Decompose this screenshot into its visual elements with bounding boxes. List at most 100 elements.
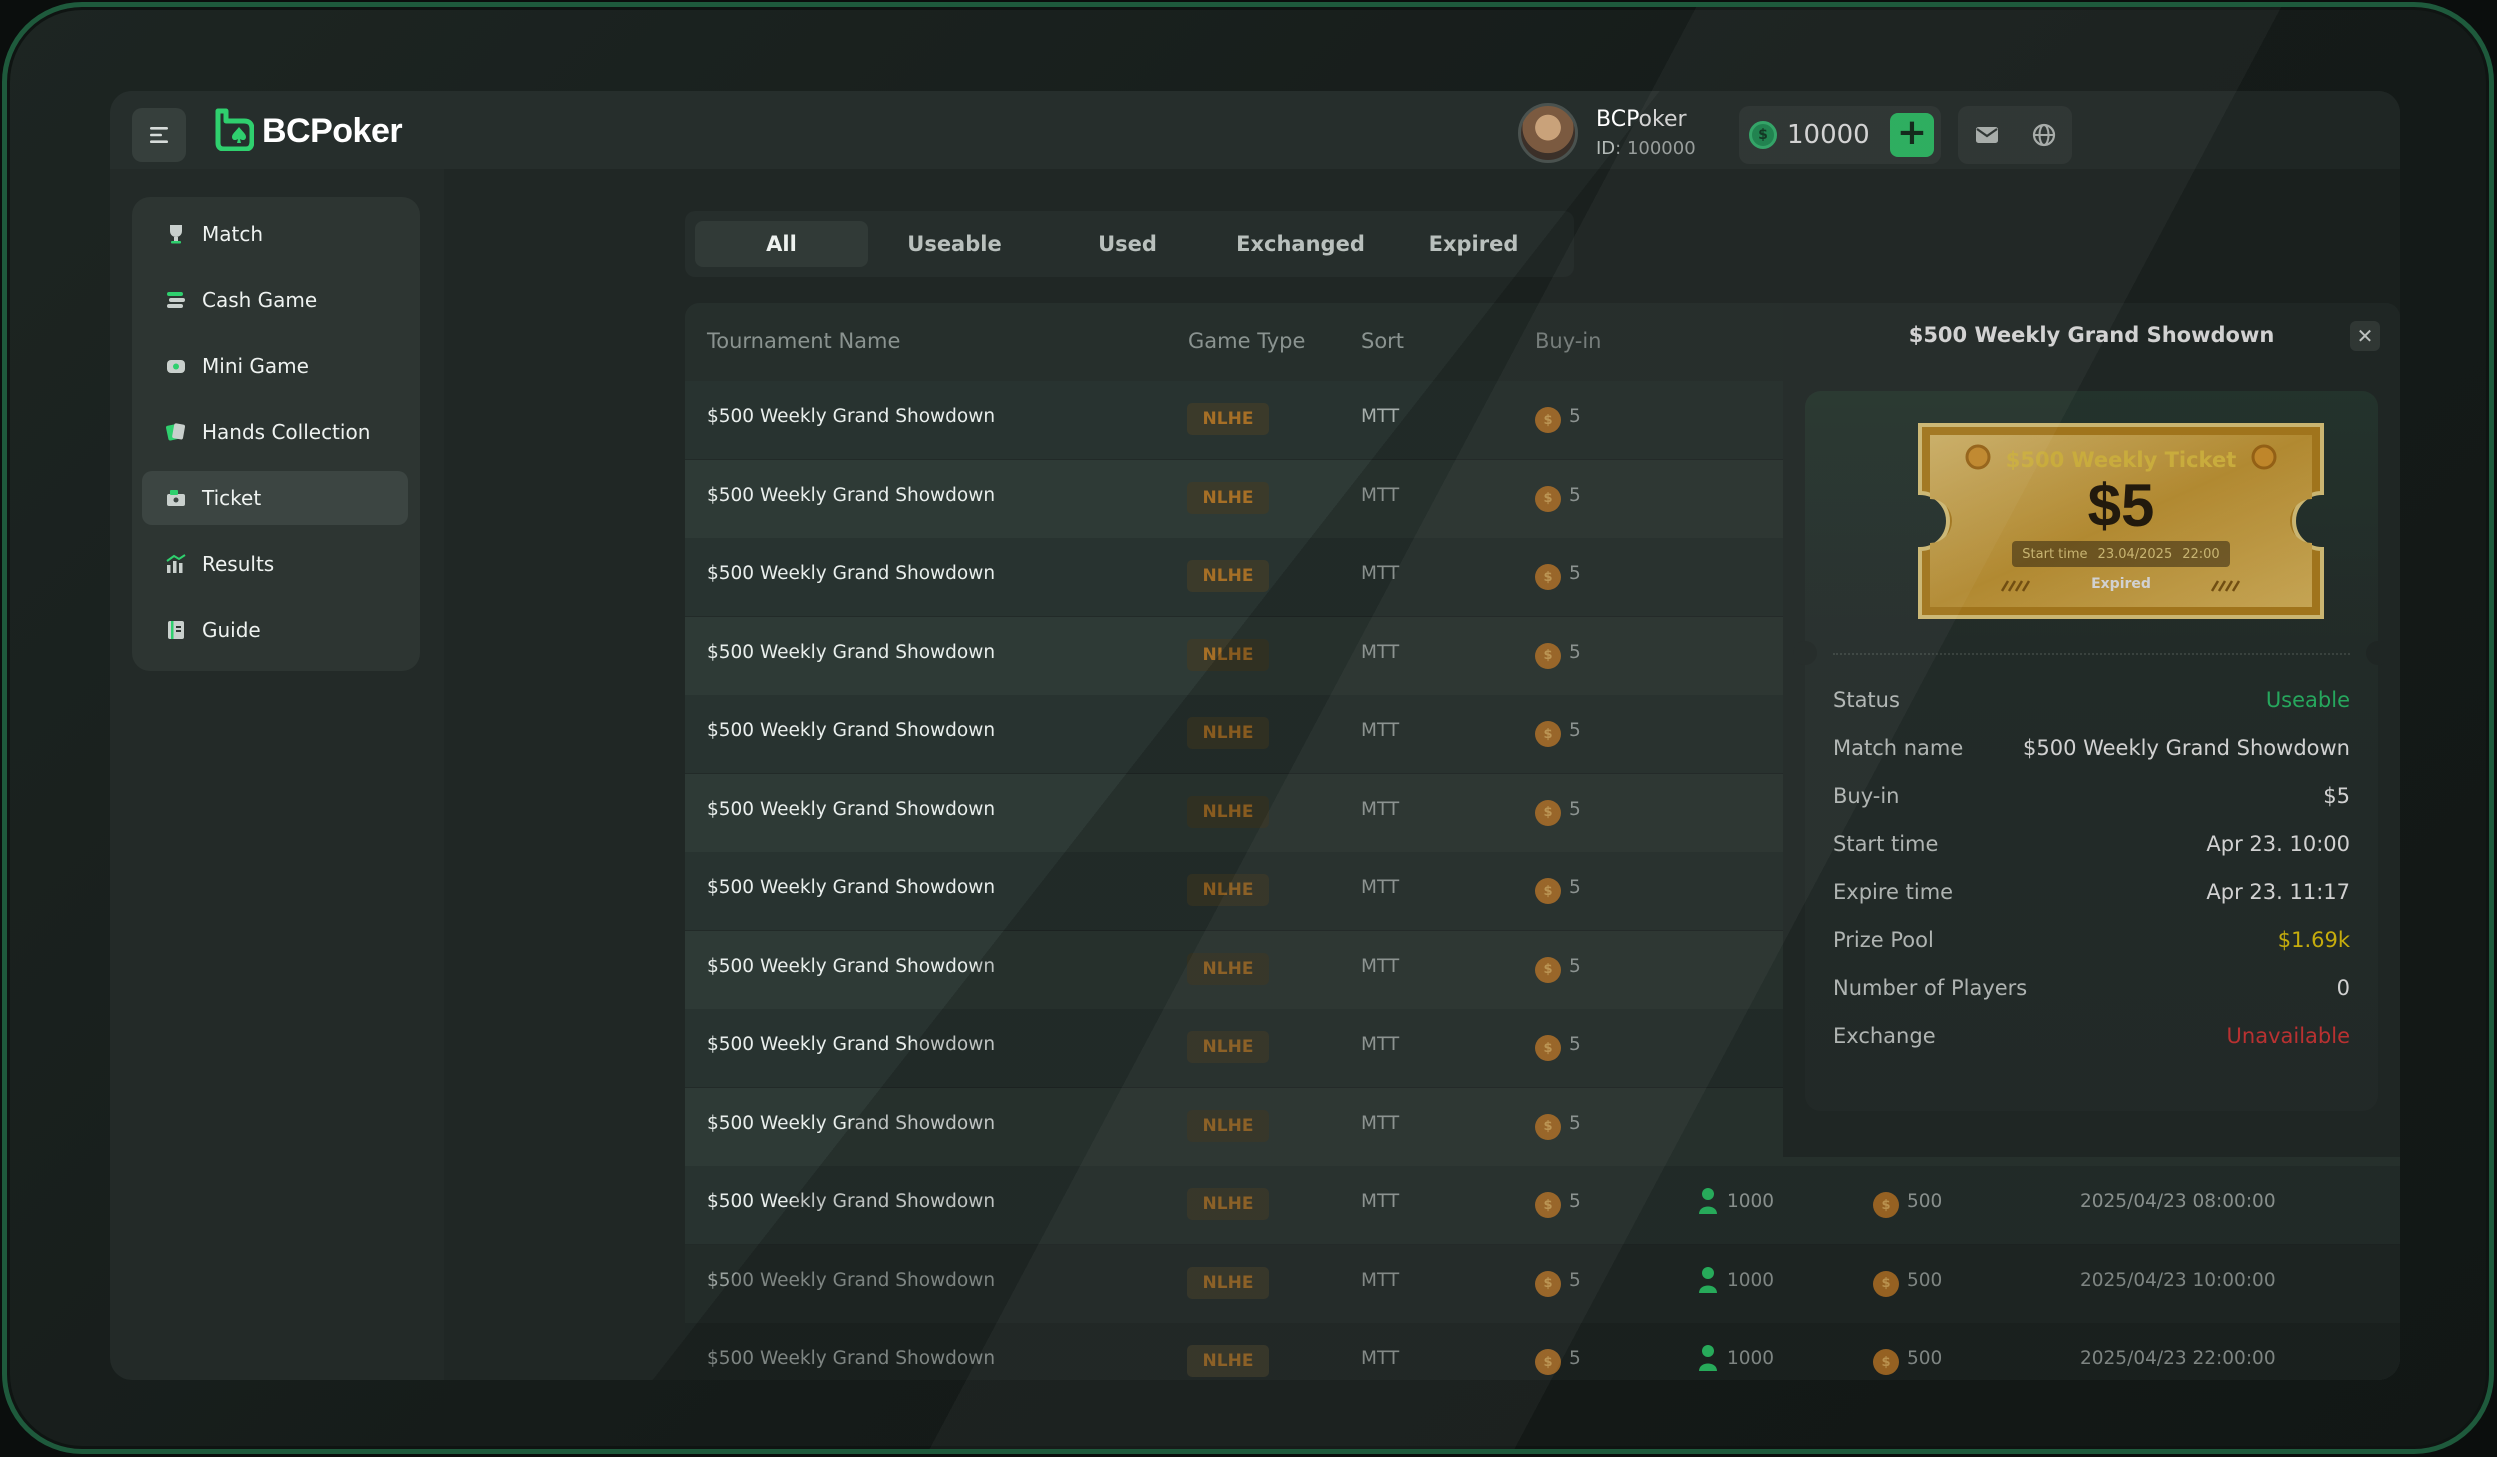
coin-icon: $ <box>1535 956 1561 983</box>
game-type-badge: NLHE <box>1187 403 1269 435</box>
user-profile[interactable]: BCPoker ID: 100000 <box>1518 101 1696 165</box>
tournament-name: $500 Weekly Grand Showdown <box>707 1191 996 1212</box>
tab-used[interactable]: Used <box>1041 221 1214 267</box>
sort-value: MTT <box>1361 877 1400 898</box>
coin-icon: $ <box>1873 1349 1899 1375</box>
game-type-badge: NLHE <box>1187 638 1269 671</box>
column-game-type: Game Type <box>1188 329 1306 353</box>
globe-icon[interactable] <box>2030 121 2058 149</box>
game-type-badge: NLHE <box>1187 560 1269 592</box>
buy-in-value: 5 <box>1569 563 1581 584</box>
sidebar-item-ticket[interactable]: Ticket <box>142 471 408 525</box>
top-bar: BCPoker BCPoker ID: 100000 $ 10000 + <box>110 91 2400 169</box>
field-label: Prize Pool <box>1833 928 1934 952</box>
detail-field: Expire time Apr 23. 11:17 <box>1833 877 2350 907</box>
gamepad-icon <box>167 360 185 373</box>
game-type-badge: NLHE <box>1187 1266 1269 1299</box>
coin-icon: $ <box>1535 485 1561 512</box>
buy-in-value: 5 <box>1569 406 1581 427</box>
coin-icon: $ <box>1535 1113 1561 1140</box>
buy-in-value: 5 <box>1569 1034 1581 1055</box>
sidebar-item-cash-game[interactable]: Cash Game <box>142 273 408 327</box>
tab-useable[interactable]: Useable <box>868 221 1041 267</box>
sidebar-item-guide[interactable]: Guide <box>142 603 408 657</box>
players-count: 1000 <box>1727 1348 1775 1369</box>
sidebar-item-mini-game[interactable]: Mini Game <box>142 339 408 393</box>
coin-icon: $ <box>1873 1270 1899 1297</box>
ticket-status: Expired <box>2091 576 2151 592</box>
chips-stack-icon <box>167 292 185 308</box>
sidebar-item-label: Cash Game <box>202 288 318 312</box>
field-value: $500 Weekly Grand Showdown <box>2022 736 2350 760</box>
coin-icon: $ <box>1535 642 1561 669</box>
field-value: 0 <box>2336 976 2350 1000</box>
spade-logo-icon <box>214 107 255 155</box>
coin-icon: $ <box>1535 721 1561 747</box>
field-label: Exchange <box>1833 1024 1936 1048</box>
field-label: Number of Players <box>1833 976 2028 1000</box>
sidebar-item-label: Hands Collection <box>202 420 371 444</box>
balance-value: 10000 <box>1787 120 1870 150</box>
sort-value: MTT <box>1361 1348 1400 1369</box>
game-type-badge: NLHE <box>1187 1031 1269 1063</box>
sidebar-item-results[interactable]: Results <box>142 537 408 591</box>
ticket-start-time: Start time 23.04/2025 22:00 <box>2012 541 2230 567</box>
add-funds-button[interactable]: + <box>1890 113 1934 157</box>
card-divider <box>1833 653 2350 655</box>
detail-field: Buy-in $5 <box>1833 781 2350 811</box>
book-icon <box>168 621 184 639</box>
prize-value: 500 <box>1907 1269 1943 1291</box>
prize-value: 500 <box>1907 1348 1943 1369</box>
tab-expired[interactable]: Expired <box>1387 221 1560 267</box>
column-sort: Sort <box>1361 329 1405 353</box>
coin-icon: $ <box>1535 1035 1561 1061</box>
table-row[interactable]: $500 Weekly Grand Showdown NLHE MTT $5 1000 $… <box>685 1244 2400 1323</box>
field-label: Buy-in <box>1833 784 1900 808</box>
menu-button[interactable] <box>132 108 186 162</box>
detail-card: $500 Weekly Ticket $5 Start time 23.04/2… <box>1793 391 2390 1111</box>
close-button[interactable]: ✕ <box>2350 321 2380 351</box>
players-count: 1000 <box>1727 1269 1775 1291</box>
hamburger-icon <box>150 127 168 143</box>
sidebar-item-label: Match <box>202 222 264 246</box>
buy-in-value: 5 <box>1569 720 1581 741</box>
sort-value: MTT <box>1361 1191 1400 1212</box>
game-type-badge: NLHE <box>1187 1188 1269 1220</box>
sort-value: MTT <box>1361 1269 1400 1291</box>
tournament-name: $500 Weekly Grand Showdown <box>707 798 996 820</box>
detail-field: Number of Players 0 <box>1833 973 2350 1003</box>
table-row[interactable]: $500 Weekly Grand Showdown NLHE MTT $5 1000 $… <box>685 1323 2400 1380</box>
person-icon <box>1699 1345 1717 1371</box>
field-value: $5 <box>2323 784 2350 808</box>
sidebar-item-label: Ticket <box>202 486 262 510</box>
ticket-start-clock: 22:00 <box>2182 546 2220 562</box>
chart-icon <box>166 554 186 573</box>
ticket-graphic: $500 Weekly Ticket $5 Start time 23.04/2… <box>1914 421 2328 621</box>
user-name: BCPoker <box>1596 107 1687 132</box>
detail-title: $500 Weekly Grand Showdown <box>1908 323 2275 347</box>
avatar[interactable] <box>1518 103 1578 163</box>
game-type-badge: NLHE <box>1187 1345 1269 1377</box>
brand-logo[interactable]: BCPoker <box>214 107 403 155</box>
device-frame: BCPoker BCPoker ID: 100000 $ 10000 + Mat… <box>2 2 2494 1454</box>
tournament-name: $500 Weekly Grand Showdown <box>707 406 996 427</box>
tournament-name: $500 Weekly Grand Showdown <box>707 955 996 977</box>
game-type-badge: NLHE <box>1187 952 1269 985</box>
sidebar-item-match[interactable]: Match <box>142 207 408 261</box>
card-notch-left <box>1793 641 1817 665</box>
coin-icon: $ <box>1535 1270 1561 1297</box>
tournament-name: $500 Weekly Grand Showdown <box>707 1348 996 1369</box>
ticket-price: $5 <box>2087 472 2155 539</box>
tab-all[interactable]: All <box>695 221 868 267</box>
sidebar-item-hands-collection[interactable]: Hands Collection <box>142 405 408 459</box>
field-value: Useable <box>2265 688 2350 712</box>
game-type-badge: NLHE <box>1187 1109 1269 1142</box>
table-row[interactable]: $500 Weekly Grand Showdown NLHE MTT $5 1000 $… <box>685 1166 2400 1244</box>
detail-field: Status Useable <box>1833 685 2350 715</box>
mail-icon[interactable] <box>1973 121 2001 149</box>
sidebar: Match Cash Game Mini Game Hands Collecti… <box>132 197 420 671</box>
tab-exchanged[interactable]: Exchanged <box>1214 221 1387 267</box>
tournament-name: $500 Weekly Grand Showdown <box>707 1034 996 1055</box>
field-label: Match name <box>1833 736 1964 760</box>
buy-in-value: 5 <box>1569 877 1581 898</box>
